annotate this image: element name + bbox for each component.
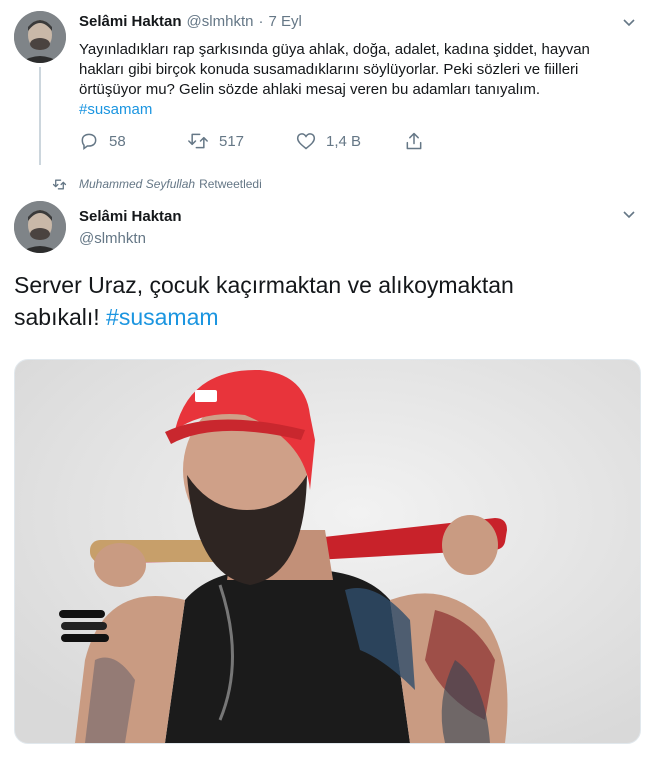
retweet-icon	[52, 179, 67, 189]
avatar-image	[14, 11, 66, 63]
share-icon	[406, 132, 422, 150]
author-handle[interactable]: @slmhktn	[79, 230, 146, 247]
tweet-actions: 58 517 1,4 B	[79, 131, 429, 153]
retweet-banner: Muhammed Seyfullah Retweetledi	[52, 177, 262, 191]
tweet-text-body: Yayınladıkları rap şarkısında güya ahlak…	[79, 41, 590, 98]
tweet-header: Selâmi Haktan @slmhktn · 7 Eyl	[79, 13, 302, 30]
share-button[interactable]	[404, 131, 434, 151]
photo-image	[15, 360, 640, 743]
retweet-label: Retweetledi	[199, 177, 262, 191]
like-count: 1,4 B	[326, 132, 362, 150]
author-name-text: Selâmi Haktan	[79, 208, 182, 225]
avatar-image	[14, 201, 66, 253]
hashtag-link[interactable]: #susamam	[79, 101, 152, 118]
author-name[interactable]: Selâmi Haktan	[79, 208, 182, 226]
thread-line	[39, 67, 41, 165]
retweet-icon	[188, 133, 208, 149]
heart-icon	[296, 133, 316, 150]
tweet-text: Yayınladıkları rap şarkısında güya ahlak…	[79, 40, 624, 120]
retweet-button[interactable]: 517	[187, 131, 244, 151]
reply-count: 58	[109, 132, 126, 150]
chevron-down-icon[interactable]	[621, 14, 637, 35]
retweet-count: 517	[219, 132, 245, 150]
like-button[interactable]: 1,4 B	[296, 131, 361, 151]
tweet-text: Server Uraz, çocuk kaçırmaktan ve alıkoy…	[14, 269, 554, 333]
tweet-text-body: Server Uraz, çocuk kaçırmaktan ve alıkoy…	[14, 272, 514, 330]
separator: ·	[258, 13, 264, 30]
author-name[interactable]: Selâmi Haktan	[79, 13, 182, 30]
reply-icon	[81, 133, 97, 150]
author-handle[interactable]: @slmhktn	[187, 13, 254, 30]
avatar[interactable]	[14, 201, 66, 253]
hashtag-link[interactable]: #susamam	[106, 304, 218, 330]
reply-button[interactable]: 58	[79, 131, 126, 151]
chevron-down-icon[interactable]	[621, 206, 637, 227]
retweeter-name[interactable]: Muhammed Seyfullah	[79, 177, 195, 191]
tweet-date[interactable]: 7 Eyl	[268, 13, 301, 30]
tweet-photo[interactable]	[14, 359, 641, 744]
avatar[interactable]	[14, 11, 66, 63]
